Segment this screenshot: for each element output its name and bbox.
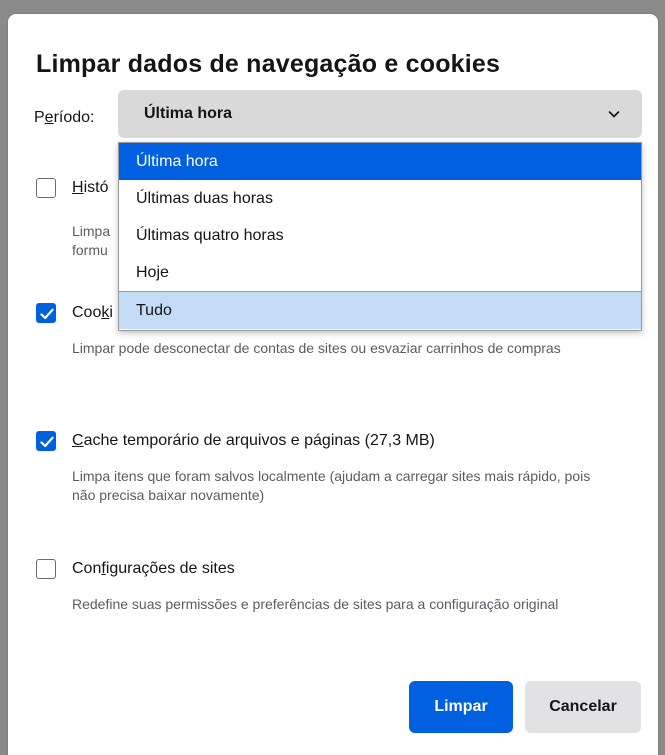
history-label[interactable]: Histó: [72, 178, 108, 198]
period-option-last-four-hours[interactable]: Últimas quatro horas: [119, 217, 641, 254]
cookies-label-end: i: [109, 304, 113, 321]
cache-checkbox[interactable]: [36, 431, 56, 451]
cancel-button[interactable]: Cancelar: [525, 681, 641, 733]
cookies-description: Limpar pode desconectar de contas de sit…: [72, 340, 561, 356]
cookies-label-start: Coo: [72, 304, 102, 321]
checkmark-icon: [40, 308, 54, 320]
period-select-value: Última hora: [144, 105, 233, 122]
period-option-everything[interactable]: Tudo: [119, 291, 641, 329]
site-settings-checkbox[interactable]: [36, 559, 56, 579]
period-select[interactable]: Última hora: [118, 90, 642, 138]
period-label-accesskey: e: [44, 109, 54, 126]
clear-button[interactable]: Limpar: [409, 681, 513, 733]
clear-data-dialog: Limpar dados de navegação e cookies Perí…: [8, 14, 658, 755]
chevron-down-icon: [608, 111, 620, 118]
dialog-title: Limpar dados de navegação e cookies: [36, 50, 501, 78]
site-settings-label-end: igurações de sites: [105, 560, 235, 577]
cache-label-rest: ache temporário de arquivos e páginas (2…: [83, 432, 435, 449]
cookies-checkbox[interactable]: [36, 303, 56, 323]
checkmark-icon: [40, 436, 54, 448]
history-label-rest: istó: [83, 179, 109, 196]
period-option-last-hour[interactable]: Última hora: [119, 143, 641, 180]
site-settings-description: Redefine suas permissões e preferências …: [72, 596, 559, 612]
cache-label-accesskey: C: [72, 432, 84, 449]
cache-description: Limpa itens que foram salvos localmente …: [72, 468, 591, 503]
cookies-label[interactable]: Cooki: [72, 303, 113, 323]
period-label-prefix: P: [34, 109, 45, 126]
period-option-today[interactable]: Hoje: [119, 254, 641, 291]
history-checkbox[interactable]: [36, 178, 56, 198]
period-label: Período:: [34, 109, 95, 127]
site-settings-label-start: Con: [72, 560, 102, 577]
period-label-suffix: ríodo:: [53, 109, 95, 126]
site-settings-label[interactable]: Configurações de sites: [72, 559, 235, 579]
history-label-accesskey: H: [72, 179, 84, 196]
cache-label[interactable]: Cache temporário de arquivos e páginas (…: [72, 431, 435, 451]
period-dropdown-list: Última hora Últimas duas horas Últimas q…: [118, 142, 642, 331]
period-option-last-two-hours[interactable]: Últimas duas horas: [119, 180, 641, 217]
